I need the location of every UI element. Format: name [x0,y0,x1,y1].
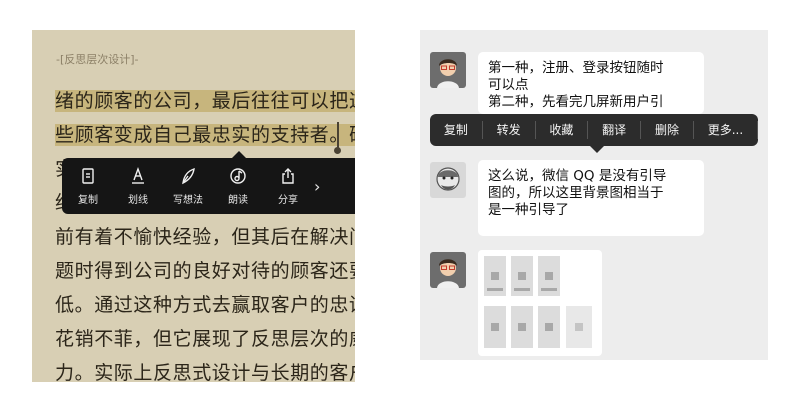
copy-button[interactable]: 复制 [64,166,112,206]
underline-label: 划线 [128,195,148,206]
text-line[interactable]: 些顾客变成自己最忠实的支持者。确 [55,120,355,147]
user-avatar[interactable] [430,252,466,288]
text-line[interactable]: 力。实际上反思式设计与长期的客户 [55,358,355,382]
toolbar-pointer [232,151,246,158]
message-bubble[interactable]: 第一种，注册、登录按钮随时 可以点 第二种，先看完几屏新用户引 [478,52,704,114]
message-text: 图的，所以这里背景图相当于 [488,185,664,201]
message-text: 是一种引导了 [488,202,569,218]
read-aloud-icon [230,168,246,184]
message-context-menu: 复制 转发 收藏 翻译 删除 更多... [430,114,759,153]
write-note-label: 写想法 [173,195,203,206]
share-icon [282,168,294,184]
pen-icon [182,167,195,185]
underline-icon [132,166,144,184]
selection-toolbar: 复制 划线 写想法 朗读 分享 › [62,151,355,214]
chat-panel: 第一种，注册、登录按钮随时 可以点 第二种，先看完几屏新用户引 复制 转发 收藏… [420,30,768,360]
image-thumbnail[interactable] [511,256,533,296]
image-thumbnail[interactable] [566,306,592,348]
copy-icon [82,168,94,184]
selection-handle[interactable] [337,122,339,150]
chapter-breadcrumb: -[反思层次设计]- [56,53,139,66]
menu-forward[interactable]: 转发 [483,121,536,139]
read-aloud-label: 朗读 [228,195,248,206]
message-text: 可以点 [488,77,529,93]
reader-panel: -[反思层次设计]- 绪的顾客的公司，最后往往可以把这 些顾客变成自己最忠实的支… [32,30,355,382]
menu-copy[interactable]: 复制 [430,121,483,139]
read-aloud-button[interactable]: 朗读 [214,166,262,206]
image-message[interactable] [478,250,602,356]
more-chevron-icon[interactable]: › [314,177,320,196]
message-text: 这么说，微信 QQ 是没有引导 [488,168,667,184]
text-line[interactable]: 花销不菲，但它展现了反思层次的威 [55,324,355,351]
contact-avatar[interactable] [430,162,466,198]
text-line[interactable]: 题时得到公司的良好对待的顾客还要 [55,256,355,283]
message-text: 第二种，先看完几屏新用户引 [488,94,664,110]
text-line[interactable]: 绪的顾客的公司，最后往往可以把这 [55,86,355,113]
menu-translate[interactable]: 翻译 [588,121,642,139]
selected-text: 些顾客变成自己最忠实的支持者。确 [55,124,355,146]
text-line[interactable]: 低。通过这种方式去赢取客户的忠诚 [55,290,355,317]
text-line[interactable]: 前有着不愉快经验，但其后在解决问 [55,222,355,249]
image-thumbnail[interactable] [484,306,506,348]
user-avatar[interactable] [430,52,466,88]
write-note-button[interactable]: 写想法 [164,166,212,206]
share-button[interactable]: 分享 [264,166,312,206]
image-thumbnail[interactable] [484,256,506,296]
share-label: 分享 [278,195,298,206]
image-thumbnail[interactable] [511,306,533,348]
image-thumbnail[interactable] [538,306,560,348]
image-thumbnail[interactable] [538,256,560,296]
menu-delete[interactable]: 删除 [641,121,694,139]
menu-favorite[interactable]: 收藏 [536,121,589,139]
menu-more[interactable]: 更多... [694,121,759,139]
message-text: 第一种，注册、登录按钮随时 [488,60,664,76]
message-bubble[interactable]: 这么说，微信 QQ 是没有引导 图的，所以这里背景图相当于 是一种引导了 [478,160,704,236]
menu-pointer [590,146,604,153]
underline-button[interactable]: 划线 [114,166,162,206]
copy-label: 复制 [78,195,98,206]
selection-handle-knob[interactable] [334,147,341,154]
